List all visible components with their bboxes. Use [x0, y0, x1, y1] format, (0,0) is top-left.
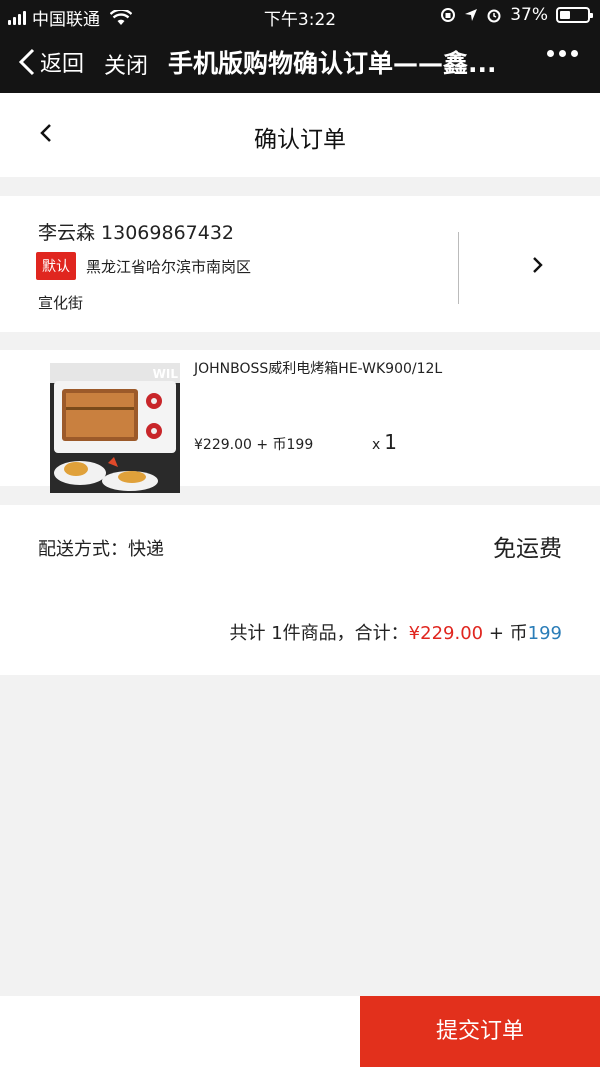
- default-badge: 默认: [36, 252, 76, 280]
- delivery-method: 配送方式：快递: [38, 539, 164, 560]
- wechat-close-button[interactable]: 关闭: [104, 48, 148, 80]
- chevron-left-icon: [18, 48, 35, 76]
- order-total-row: 共计 1件商品，合计：¥229.00 + 币199: [0, 589, 600, 675]
- battery-percent: 37%: [510, 5, 548, 25]
- status-bar: 中国联通 下午3:22 37%: [0, 0, 600, 30]
- status-right: 37%: [440, 5, 593, 25]
- total-plus: + 币: [483, 623, 528, 644]
- submit-order-button[interactable]: 提交订单: [360, 996, 600, 1067]
- battery-fill: [560, 11, 570, 19]
- address-line-2: 宣化街: [38, 294, 84, 312]
- total-coins: 199: [527, 623, 562, 644]
- product-image: WIL: [50, 363, 180, 493]
- product-image-brand: WIL: [152, 367, 178, 381]
- wechat-back-button[interactable]: 返回: [18, 46, 84, 78]
- address-card[interactable]: 李云森 13069867432 默认 黑龙江省哈尔滨市南岗区 宣化街: [0, 196, 600, 332]
- wechat-nav-bar: 返回 关闭 手机版购物确认订单——鑫...: [0, 30, 600, 93]
- recipient-name-phone: 李云森 13069867432: [38, 222, 235, 244]
- quantity-value: 1: [384, 430, 398, 454]
- product-name: JOHNBOSS威利电烤箱HE-WK900/12L: [194, 361, 443, 377]
- more-options-icon[interactable]: [547, 50, 578, 57]
- total-price: ¥229.00: [408, 623, 484, 644]
- alarm-icon: [487, 9, 501, 23]
- product-item[interactable]: WIL JOHNBOSS威利电烤箱HE-WK900/12L ¥229.00 + …: [0, 350, 600, 493]
- total-prefix: 共计 1件商品，合计：: [229, 623, 409, 644]
- product-quantity: x1: [372, 430, 397, 454]
- shipping-fee: 免运费: [493, 536, 562, 562]
- toaster-oven-image: [50, 363, 180, 493]
- chevron-right-icon[interactable]: [528, 256, 546, 274]
- location-icon: [465, 9, 478, 21]
- product-price: ¥229.00 + 币199: [194, 437, 314, 453]
- quantity-prefix: x: [372, 437, 381, 453]
- page-header: 确认订单: [0, 93, 600, 177]
- page-title: 确认订单: [254, 127, 346, 153]
- order-total: 共计 1件商品，合计：¥229.00 + 币199: [229, 619, 562, 645]
- rotation-lock-icon: [441, 8, 456, 22]
- wechat-back-label: 返回: [40, 52, 85, 77]
- wechat-page-title: 手机版购物确认订单——鑫...: [168, 49, 497, 78]
- address-line-1: 黑龙江省哈尔滨市南岗区: [86, 258, 252, 276]
- delivery-row: 配送方式：快递 免运费: [0, 505, 600, 589]
- address-divider: [458, 232, 459, 304]
- battery-icon: [556, 7, 593, 23]
- bottom-bar: 提交订单: [0, 996, 600, 1067]
